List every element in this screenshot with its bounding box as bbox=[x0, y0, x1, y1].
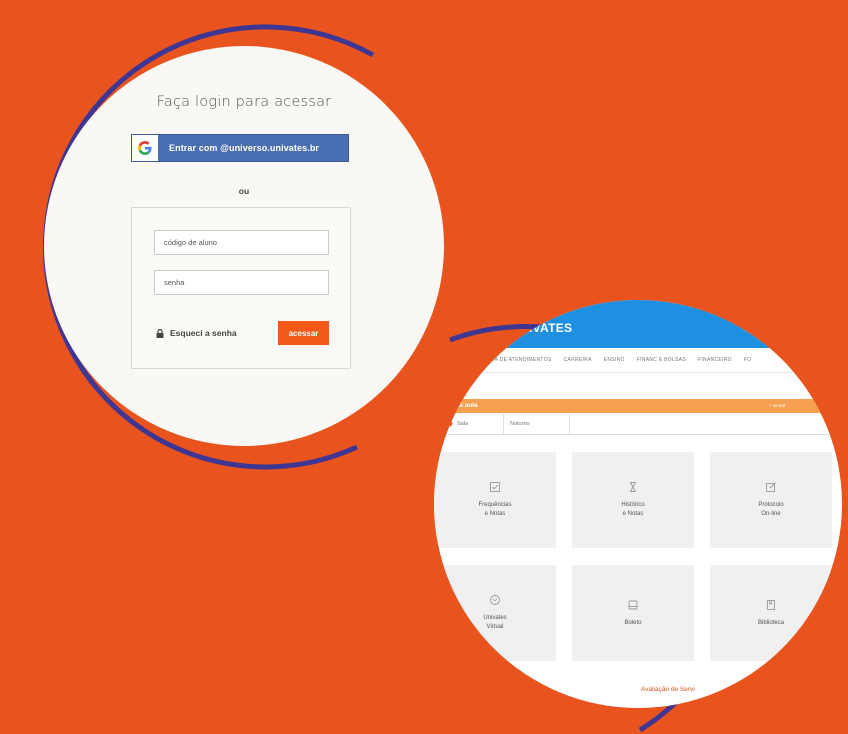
card-univates-virtual[interactable]: Univates Virtual bbox=[434, 565, 556, 661]
room-label: Sala bbox=[457, 421, 469, 427]
card-label: Protocolo On-line bbox=[758, 502, 784, 517]
checklist-icon bbox=[490, 482, 500, 492]
card-biblioteca[interactable]: Biblioteca bbox=[710, 565, 832, 661]
hourglass-icon bbox=[630, 482, 636, 492]
portal-brand: NIVATES bbox=[520, 321, 573, 335]
card-frequencias[interactable]: Frequências e Notas bbox=[434, 452, 556, 548]
next-class-row: Sala Noturno bbox=[434, 414, 842, 435]
forgot-password-label: Esqueci a senha bbox=[170, 328, 237, 338]
room-cell: Sala bbox=[440, 414, 504, 434]
nav-item-agenda[interactable]: GENDA DE ATENDIMENTOS bbox=[479, 357, 552, 363]
nav-item-fo[interactable]: FO bbox=[744, 357, 752, 363]
card-label: Boleto bbox=[624, 619, 642, 626]
card-label: Biblioteca bbox=[757, 619, 784, 626]
barcode-icon bbox=[628, 600, 638, 609]
portal-header: NIVATES bbox=[434, 300, 842, 348]
card-label: Frequências e Notas bbox=[478, 502, 512, 517]
card-label: Univates Virtual bbox=[483, 615, 507, 630]
password-input[interactable]: senha bbox=[154, 270, 329, 295]
or-separator: ou bbox=[238, 186, 250, 196]
nav-item-ensino[interactable]: ENSINO bbox=[604, 357, 625, 363]
shift-cell: Noturno bbox=[504, 414, 570, 434]
lock-icon bbox=[156, 328, 164, 338]
nav-item-carreira[interactable]: CARREIRA bbox=[564, 357, 592, 363]
google-login-label: Entrar com @universo.univates.br bbox=[169, 143, 320, 153]
service-evaluation-link[interactable]: Avaliação de Servi bbox=[641, 686, 695, 693]
nav-item-financ-bolsas[interactable]: FINANC E BOLSAS bbox=[637, 357, 686, 363]
login-panel: Faça login para acessar Entrar com @univ… bbox=[44, 46, 444, 446]
student-code-input[interactable]: código de aluno bbox=[154, 230, 329, 255]
see-all-link[interactable]: + ve tod bbox=[769, 403, 785, 408]
portal-preview: NIVATES GENDA DE ATENDIMENTOS CARREIRA E… bbox=[434, 300, 842, 708]
next-class-bar: óxima aula + ve tod bbox=[434, 399, 842, 413]
forgot-password-link[interactable]: Esqueci a senha bbox=[156, 328, 237, 338]
location-pin-icon bbox=[448, 420, 453, 427]
next-class-title: óxima aula bbox=[444, 402, 478, 409]
google-icon bbox=[132, 135, 158, 161]
google-login-button[interactable]: Entrar com @universo.univates.br bbox=[131, 134, 349, 162]
login-title: Faça login para acessar bbox=[156, 94, 332, 110]
nav-item-financeiro[interactable]: FINANCEIRO bbox=[698, 357, 732, 363]
card-protocolo[interactable]: Protocolo On-line bbox=[710, 452, 832, 548]
card-boleto[interactable]: Boleto bbox=[572, 565, 694, 661]
submit-button[interactable]: acessar bbox=[278, 321, 329, 345]
book-icon bbox=[767, 599, 775, 610]
edit-icon bbox=[766, 482, 776, 492]
card-historico[interactable]: Histórico e Notas bbox=[572, 452, 694, 548]
login-form: código de aluno senha Esqueci a senha ac… bbox=[131, 207, 351, 369]
portal-nav: GENDA DE ATENDIMENTOS CARREIRA ENSINO FI… bbox=[434, 348, 842, 373]
globe-icon bbox=[490, 595, 500, 605]
card-label: Histórico e Notas bbox=[621, 502, 645, 517]
